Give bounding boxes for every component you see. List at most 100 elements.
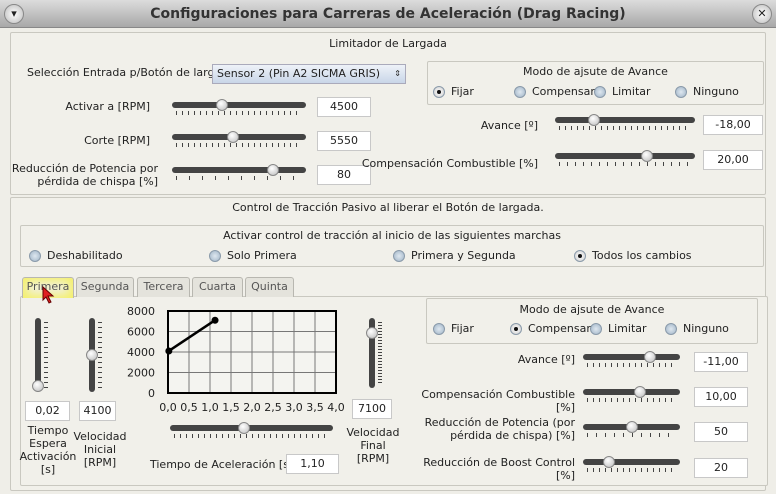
end-speed-label: Velocidad Final [RPM] bbox=[344, 426, 402, 465]
radio-label: Limitar bbox=[608, 322, 647, 335]
fuel-input[interactable]: 20,00 bbox=[703, 150, 763, 170]
tab-tercera[interactable]: Tercera bbox=[137, 277, 190, 297]
x-tick-label: 1,0 bbox=[201, 401, 219, 414]
end-speed-input[interactable]: 7100 bbox=[352, 399, 392, 419]
radio-primera-y-segunda[interactable]: Primera y Segunda bbox=[393, 249, 516, 262]
tc-fuel-input[interactable]: 10,00 bbox=[694, 387, 748, 407]
radio-ninguno[interactable]: Ninguno bbox=[665, 322, 729, 335]
power-label-line2: pérdida de chispa [%] bbox=[37, 175, 158, 188]
tc-advance-mode-title: Modo de ajsute de Avance bbox=[519, 303, 665, 316]
tc-power-input[interactable]: 50 bbox=[694, 422, 748, 442]
tc-fuel-slider[interactable] bbox=[583, 386, 680, 402]
wait-l3: Activación bbox=[19, 450, 77, 463]
radio-button-icon bbox=[510, 322, 522, 335]
radio-fijar[interactable]: Fijar bbox=[433, 85, 474, 98]
accel-input[interactable]: 1,10 bbox=[286, 454, 339, 474]
radio-solo-primera[interactable]: Solo Primera bbox=[209, 249, 297, 262]
spinner-icon: ⇕ bbox=[394, 69, 401, 78]
tab-cuarta[interactable]: Cuarta bbox=[192, 277, 243, 297]
wait-l1: Tiempo bbox=[27, 424, 69, 437]
start-l3: [RPM] bbox=[83, 456, 117, 469]
radio-label: Todos los cambios bbox=[592, 249, 692, 262]
start-speed-input[interactable]: 4100 bbox=[79, 401, 116, 421]
input-select[interactable]: Sensor 2 (Pin A2 SICMA GRIS) ⇕ bbox=[212, 64, 406, 84]
launch-title: Limitador de Largada bbox=[329, 37, 447, 50]
radio-compensar[interactable]: Compensar bbox=[514, 85, 595, 98]
x-tick-label: 0,5 bbox=[180, 401, 198, 414]
radio-compensar[interactable]: Compensar bbox=[510, 322, 591, 335]
radio-todos-los-cambios[interactable]: Todos los cambios bbox=[574, 249, 692, 262]
power-label-line1: Reducción de Potencia por bbox=[11, 162, 158, 175]
radio-label: Limitar bbox=[612, 85, 651, 98]
tab-segunda[interactable]: Segunda bbox=[76, 277, 134, 297]
start-speed-label: Velocidad Inicial [RPM] bbox=[72, 430, 128, 469]
fuel-label: Compensación Combustible [%] bbox=[361, 157, 538, 170]
wait-input[interactable]: 0,02 bbox=[25, 401, 70, 421]
tc-boost-l1: Reducción de Boost Control bbox=[423, 456, 575, 469]
rpm-time-chart: 8000 6000 4000 2000 0 0,0 0,5 1,0 1,5 2,0 2,5 3,0 3,… bbox=[127, 305, 345, 414]
mouse-cursor-icon bbox=[42, 286, 55, 304]
tc-power-slider[interactable] bbox=[583, 421, 680, 437]
end-l1: Velocidad bbox=[346, 426, 400, 439]
x-tick-label: 0,0 bbox=[159, 401, 177, 414]
tc-advance-input[interactable]: -11,00 bbox=[694, 352, 748, 372]
y-tick-label: 2000 bbox=[127, 367, 155, 380]
end-speed-slider[interactable] bbox=[366, 318, 382, 388]
radio-deshabilitado[interactable]: Deshabilitado bbox=[29, 249, 123, 262]
y-tick-label: 4000 bbox=[127, 346, 155, 359]
radio-fijar[interactable]: Fijar bbox=[433, 322, 474, 335]
power-label: Reducción de Potencia por pérdida de chis… bbox=[10, 162, 158, 188]
tc-boost-input[interactable]: 20 bbox=[694, 458, 748, 478]
radio-label: Ninguno bbox=[683, 322, 729, 335]
cut-slider[interactable] bbox=[172, 131, 306, 147]
activate-slider[interactable] bbox=[172, 99, 306, 115]
radio-ninguno[interactable]: Ninguno bbox=[675, 85, 739, 98]
x-tick-label: 2,0 bbox=[243, 401, 261, 414]
tc-boost-l2: [%] bbox=[555, 469, 575, 482]
tab-quinta[interactable]: Quinta bbox=[245, 277, 294, 297]
advance-mode-title: Modo de ajsute de Avance bbox=[523, 65, 668, 78]
radio-button-icon bbox=[594, 85, 606, 98]
start-speed-slider[interactable] bbox=[86, 318, 102, 392]
power-slider[interactable] bbox=[172, 164, 306, 180]
wait-l4: [s] bbox=[40, 463, 56, 476]
radio-limitar[interactable]: Limitar bbox=[590, 322, 647, 335]
tc-power-label: Reducción de Potencia (por pérdida de chi… bbox=[400, 416, 575, 442]
close-icon[interactable]: ✕ bbox=[752, 4, 772, 24]
tc-advance-slider[interactable] bbox=[583, 351, 680, 367]
end-l2: Final bbox=[360, 439, 386, 452]
accel-slider[interactable] bbox=[170, 422, 333, 438]
radio-button-icon bbox=[590, 322, 602, 335]
x-tick-label: 4,0 bbox=[327, 401, 345, 414]
activate-input[interactable]: 4500 bbox=[317, 97, 371, 117]
advance-input[interactable]: -18,00 bbox=[703, 115, 763, 135]
window-title: Configuraciones para Carreras de Acelera… bbox=[150, 6, 626, 22]
advance-slider[interactable] bbox=[555, 114, 695, 130]
activate-label: Activar a [RPM] bbox=[65, 100, 150, 113]
cut-input[interactable]: 5550 bbox=[317, 131, 371, 151]
tc-power-l2: pérdida de chispa) [%] bbox=[450, 429, 575, 442]
tc-fuel-label: Compensación Combustible [%] bbox=[421, 388, 575, 414]
radio-label: Fijar bbox=[451, 322, 474, 335]
tc-power-l1: Reducción de Potencia (por bbox=[424, 416, 575, 429]
tc-boost-label: Reducción de Boost Control [%] bbox=[400, 456, 575, 482]
radio-button-icon bbox=[514, 85, 526, 98]
radio-label: Deshabilitado bbox=[47, 249, 123, 262]
radio-button-icon bbox=[675, 85, 687, 98]
chevron-down-icon[interactable]: ▾ bbox=[4, 4, 24, 24]
title-bar: Configuraciones para Carreras de Acelera… bbox=[0, 0, 776, 28]
radio-label: Fijar bbox=[451, 85, 474, 98]
wait-l2: Espera bbox=[29, 437, 67, 450]
radio-label: Ninguno bbox=[693, 85, 739, 98]
start-l2: Inicial bbox=[83, 443, 117, 456]
input-label: Selección Entrada p/Botón de largada bbox=[27, 66, 235, 79]
wait-label: Tiempo Espera Activación [s] bbox=[18, 424, 78, 476]
end-l3: [RPM] bbox=[356, 452, 390, 465]
cut-label: Corte [RPM] bbox=[84, 134, 150, 147]
y-tick-label: 6000 bbox=[127, 326, 155, 339]
tc-boost-slider[interactable] bbox=[583, 456, 680, 472]
radio-button-icon bbox=[433, 322, 445, 335]
radio-limitar[interactable]: Limitar bbox=[594, 85, 651, 98]
wait-slider[interactable] bbox=[32, 318, 48, 392]
fuel-slider[interactable] bbox=[555, 150, 695, 166]
